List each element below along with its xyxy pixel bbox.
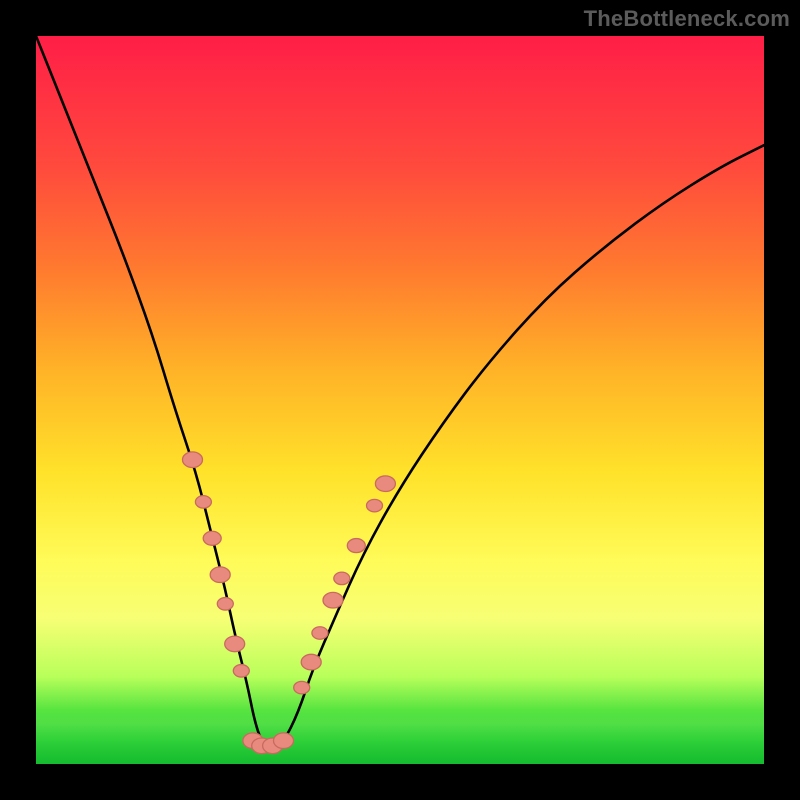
marker-layer [183, 452, 396, 754]
data-marker [217, 598, 233, 610]
watermark-text: TheBottleneck.com [584, 6, 790, 32]
data-marker [183, 452, 203, 468]
data-marker [367, 499, 383, 511]
chart-svg [36, 36, 764, 764]
data-marker [203, 531, 221, 545]
data-marker [225, 636, 245, 652]
data-marker [274, 733, 294, 749]
plot-area [36, 36, 764, 764]
data-marker [210, 567, 230, 583]
data-marker [334, 572, 350, 584]
data-marker [233, 665, 249, 677]
data-marker [375, 476, 395, 492]
chart-stage: TheBottleneck.com [0, 0, 800, 800]
data-marker [301, 654, 321, 670]
bottleneck-curve [36, 36, 764, 748]
data-marker [347, 539, 365, 553]
data-marker [294, 681, 310, 693]
data-marker [312, 627, 328, 639]
data-marker [195, 496, 211, 508]
data-marker [323, 592, 343, 608]
